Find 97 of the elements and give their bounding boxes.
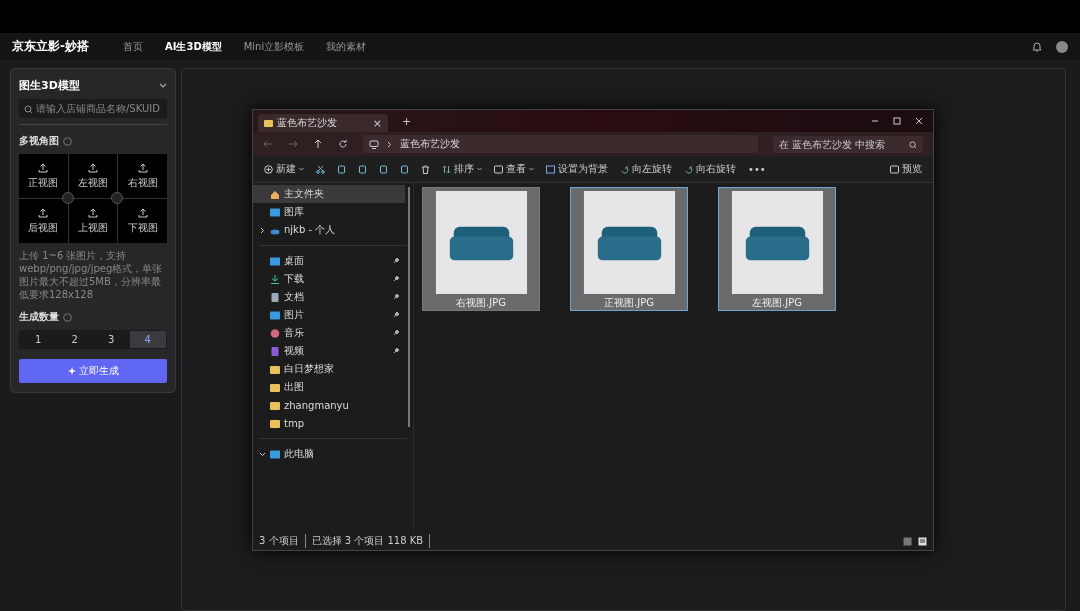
close-icon[interactable]: [915, 117, 923, 125]
home-icon: [270, 189, 280, 199]
chevron-icon[interactable]: [259, 226, 266, 234]
upload-slot[interactable]: 下视图: [118, 199, 167, 243]
sidebar-item[interactable]: njkb - 个人: [253, 221, 405, 239]
caret-icon: [299, 167, 304, 171]
folder-icon: [264, 119, 273, 127]
upload-icon: [38, 207, 49, 218]
nav-link[interactable]: 我的素材: [326, 39, 367, 54]
count-option[interactable]: 4: [129, 331, 166, 348]
count-option[interactable]: 1: [20, 331, 57, 348]
status-text: 已选择 3 个项目 118 KB: [311, 534, 431, 548]
explorer-tab[interactable]: 蓝色布艺沙发 ×: [258, 114, 388, 132]
forward-arrow-icon[interactable]: [288, 139, 298, 149]
upload-slot[interactable]: 右视图: [118, 154, 167, 198]
upload-slot[interactable]: 上视图: [68, 199, 118, 243]
new-button[interactable]: 新建: [259, 160, 309, 178]
upload-icon: [137, 207, 148, 218]
count-option[interactable]: 2: [56, 331, 93, 348]
bell-icon[interactable]: [1032, 41, 1042, 52]
scissors-icon: [316, 164, 325, 174]
plus-circle-icon: [264, 164, 273, 174]
pin-icon: [393, 312, 399, 318]
pin-icon: [393, 330, 399, 336]
file-thumbnail[interactable]: 右视图.JPG: [422, 187, 540, 311]
nav-link[interactable]: Mini立影模板: [243, 39, 305, 54]
sort-arrows-icon: [442, 164, 451, 174]
preview-button[interactable]: 预览: [885, 160, 927, 178]
upload-slot[interactable]: 后视图: [19, 199, 68, 243]
file-thumbnail[interactable]: 正视图.JPG: [570, 187, 688, 311]
sidebar-item[interactable]: 此电脑: [253, 445, 405, 463]
sidebar-item[interactable]: 下载: [253, 270, 405, 288]
more-button[interactable]: •••: [743, 161, 771, 177]
status-text: 3 个项目: [259, 534, 306, 548]
sidebar-item[interactable]: 图片: [253, 306, 405, 324]
search-icon: [24, 105, 33, 114]
trash-icon: [421, 164, 430, 174]
nav-link[interactable]: AI生3D模型: [165, 39, 222, 54]
sidebar-item[interactable]: 视频: [253, 342, 405, 360]
download-icon: [270, 274, 280, 284]
up-arrow-icon[interactable]: [313, 139, 323, 149]
avatar[interactable]: [1056, 40, 1068, 53]
caret-icon: [529, 167, 534, 171]
pin-icon: [393, 258, 399, 264]
rotate-icon: [684, 164, 693, 174]
panel-title: 图生3D模型: [19, 78, 80, 93]
file-thumbnail[interactable]: 左视图.JPG: [718, 187, 836, 311]
pin-icon: [393, 348, 399, 354]
upload-slot[interactable]: 左视图: [68, 154, 118, 198]
monitor-icon: [369, 139, 379, 149]
wallpaper-button[interactable]: 设置为背景: [541, 160, 613, 178]
rotate-right-button[interactable]: 向右旋转: [679, 160, 741, 178]
sidebar-item[interactable]: tmp: [253, 414, 405, 432]
details-view-icon[interactable]: [903, 536, 912, 546]
rotate-left-button[interactable]: 向左旋转: [615, 160, 677, 178]
count-option[interactable]: 3: [93, 331, 130, 348]
sidebar-item[interactable]: 桌面: [253, 252, 405, 270]
view-button[interactable]: 查看: [489, 160, 539, 178]
new-tab-button[interactable]: +: [402, 114, 412, 128]
chevron-down-icon[interactable]: [159, 82, 167, 89]
upload-hint: 上传 1~6 张图片，支持webp/png/jpg/jpeg格式，单张图片最大不超过5MB，分辨率最低要求128x128: [19, 249, 164, 301]
sidebar-item[interactable]: 出图: [253, 378, 405, 396]
explorer-search-field[interactable]: 在 蓝色布艺沙发 中搜索: [773, 135, 923, 153]
sidebar-item[interactable]: 主文件夹: [253, 185, 405, 203]
sort-button[interactable]: 排序: [437, 160, 487, 178]
sidebar-item[interactable]: 图库: [253, 203, 405, 221]
upload-slot[interactable]: 正视图: [19, 154, 68, 198]
upload-icon: [38, 162, 49, 173]
sidebar-item[interactable]: 文档: [253, 288, 405, 306]
rotate-icon: [620, 164, 629, 174]
close-tab-button[interactable]: ×: [372, 116, 382, 130]
generate-button[interactable]: 立即生成: [19, 359, 167, 383]
maximize-icon[interactable]: [893, 117, 901, 125]
tiles-view-icon[interactable]: [918, 536, 927, 546]
nav-link[interactable]: 首页: [123, 39, 143, 54]
minimize-icon[interactable]: [871, 117, 879, 125]
back-arrow-icon[interactable]: [263, 139, 273, 149]
sidebar-item[interactable]: 音乐: [253, 324, 405, 342]
search-icon: [909, 140, 917, 149]
upload-icon: [137, 162, 148, 173]
sidebar-item[interactable]: 白日梦想家: [253, 360, 405, 378]
pin-icon: [393, 276, 399, 282]
sparkle-icon: [67, 367, 76, 375]
section-label: 多视角图: [19, 134, 59, 148]
upload-icon: [88, 162, 98, 173]
address-bar[interactable]: 蓝色布艺沙发: [363, 135, 758, 153]
pin-icon: [393, 294, 399, 300]
upload-icon: [88, 207, 98, 218]
sidebar-item[interactable]: zhangmanyu: [253, 396, 405, 414]
app-logo: 京东立影-妙搭: [12, 38, 89, 55]
caret-icon: [477, 167, 482, 171]
search-field[interactable]: 请输入店铺商品名称/SKUID: [19, 99, 167, 118]
tab-title: 蓝色布艺沙发: [277, 116, 337, 130]
section-label: 生成数量: [19, 310, 59, 324]
chevron-right-icon: [387, 140, 392, 148]
chevron-icon[interactable]: [259, 450, 266, 458]
refresh-icon[interactable]: [338, 139, 348, 149]
